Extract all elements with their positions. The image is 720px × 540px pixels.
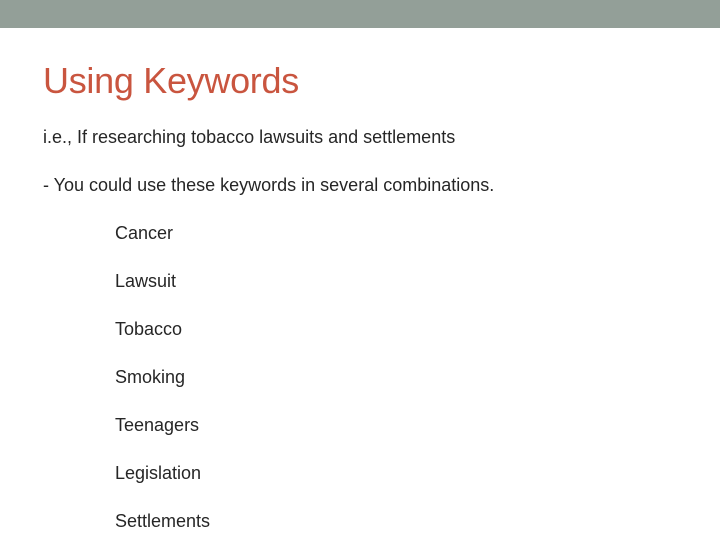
keyword-item: Teenagers bbox=[115, 415, 200, 435]
keyword-item: Cancer bbox=[115, 223, 174, 243]
header-bar bbox=[0, 0, 720, 28]
intro-text: i.e., If researching tobacco lawsuits an… bbox=[43, 127, 456, 147]
keyword-item: Tobacco bbox=[115, 319, 183, 339]
keyword-item: Legislation bbox=[115, 463, 202, 483]
instruction-text: - You could use these keywords in severa… bbox=[43, 175, 495, 195]
keyword-item: Smoking bbox=[115, 367, 186, 387]
keyword-item: Settlements bbox=[115, 511, 211, 531]
keyword-item: Lawsuit bbox=[115, 271, 177, 291]
slide-title: Using Keywords bbox=[43, 60, 299, 101]
